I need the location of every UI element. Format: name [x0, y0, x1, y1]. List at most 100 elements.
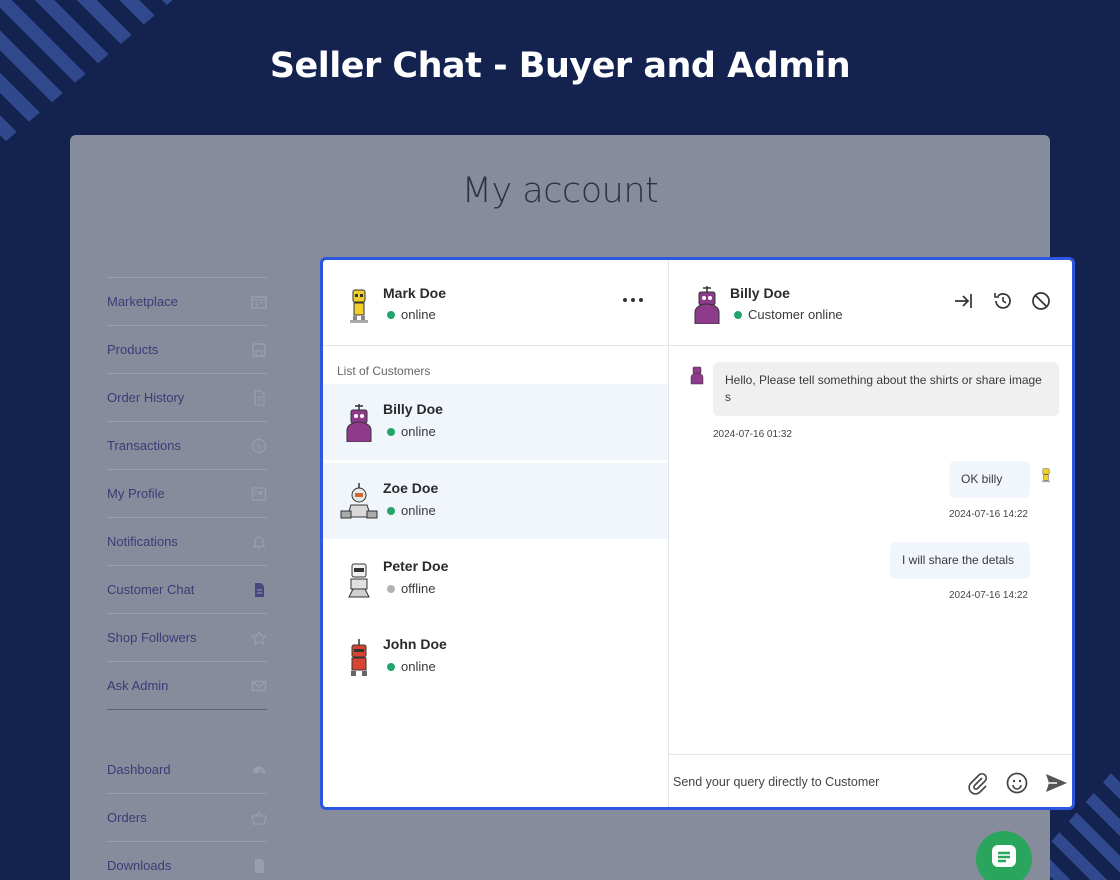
conversation-pane: Billy Doe Customer online Hello, Please …	[669, 260, 1072, 807]
customer-name: John Doe	[383, 636, 447, 652]
customer-name: Peter Doe	[383, 558, 449, 574]
customer-status: online	[387, 424, 436, 439]
more-options-button[interactable]	[623, 294, 643, 306]
seller-message-avatar	[1038, 465, 1054, 485]
customer-status: offline	[387, 581, 435, 596]
menu-item-notifications[interactable]: Notifications	[107, 517, 267, 565]
message-input[interactable]	[673, 769, 953, 795]
message-timestamp: 2024-07-16 14:22	[949, 590, 1028, 601]
profile-icon	[251, 486, 267, 502]
customer-item-zoe[interactable]: Zoe Doe online	[323, 463, 668, 539]
online-indicator	[387, 662, 395, 671]
customer-status-text: online	[401, 659, 436, 674]
online-indicator	[387, 427, 395, 436]
account-menu: Marketplace Products Order History Trans…	[107, 277, 267, 880]
online-indicator	[734, 310, 742, 319]
emoji-icon[interactable]	[1005, 771, 1029, 795]
conversation-header: Billy Doe Customer online	[669, 260, 1072, 346]
svg-text:$: $	[256, 442, 262, 452]
menu-item-ask-admin[interactable]: Ask Admin	[107, 661, 267, 709]
offline-indicator	[387, 584, 395, 593]
customer-status: online	[387, 503, 436, 518]
active-customer-status-text: Customer online	[748, 307, 843, 322]
menu-item-marketplace[interactable]: Marketplace	[107, 277, 267, 325]
outgoing-message: OK billy	[949, 461, 1030, 498]
chat-bubble-icon	[989, 842, 1019, 877]
menu-item-label: Marketplace	[107, 294, 178, 309]
menu-item-label: Notifications	[107, 534, 178, 549]
customer-list-pane: Mark Doe online List of Customers Billy …	[323, 260, 669, 807]
dollar-icon: $	[251, 438, 267, 454]
menu-item-label: Shop Followers	[107, 630, 197, 645]
star-icon	[251, 629, 267, 646]
online-indicator	[387, 310, 395, 319]
incoming-message: Hello, Please tell something about the s…	[713, 362, 1059, 416]
menu-item-my-profile[interactable]: My Profile	[107, 469, 267, 517]
exit-chat-icon[interactable]	[953, 290, 975, 312]
menu-item-label: Products	[107, 342, 159, 357]
customer-avatar	[339, 481, 379, 521]
customer-avatar	[339, 402, 379, 443]
menu-item-label: Transactions	[107, 438, 181, 453]
customer-avatar	[339, 637, 379, 677]
customer-item-john[interactable]: John Doe online	[323, 619, 668, 695]
customer-list-label: List of Customers	[337, 364, 431, 378]
customer-status-text: online	[401, 503, 436, 518]
account-title: My account	[461, 171, 659, 211]
menu-item-label: Customer Chat	[107, 582, 195, 597]
history-icon[interactable]	[992, 290, 1014, 312]
customer-status-text: offline	[401, 581, 436, 596]
menu-item-label: Downloads	[107, 858, 172, 873]
hero-title: Seller Chat - Buyer and Admin	[269, 46, 851, 86]
customer-item-billy[interactable]: Billy Doe online	[323, 384, 668, 460]
seller-avatar	[339, 286, 379, 326]
active-customer-name: Billy Doe	[730, 285, 790, 301]
menu-item-label: Dashboard	[107, 761, 171, 777]
menu-item-shop-followers[interactable]: Shop Followers	[107, 613, 267, 661]
menu-item-label: Orders	[107, 810, 147, 825]
menu-item-label: My Profile	[107, 486, 165, 501]
menu-item-products[interactable]: Products	[107, 325, 267, 373]
block-icon[interactable]	[1030, 290, 1052, 312]
menu-item-order-history[interactable]: Order History	[107, 373, 267, 421]
basket-icon	[251, 810, 267, 826]
mail-icon	[251, 678, 267, 694]
save-icon	[251, 342, 267, 358]
seller-status: online	[387, 307, 436, 322]
customer-name: Billy Doe	[383, 401, 443, 417]
menu-item-dashboard[interactable]: Dashboard	[107, 745, 267, 793]
customer-status-text: online	[401, 424, 436, 439]
menu-item-label: Ask Admin	[107, 678, 169, 693]
send-icon[interactable]	[1044, 771, 1068, 795]
customer-avatar	[339, 559, 379, 599]
seller-name: Mark Doe	[383, 285, 447, 301]
customer-status: online	[387, 659, 436, 674]
seller-header: Mark Doe online	[323, 260, 668, 346]
file-icon	[251, 582, 267, 598]
seller-status-text: online	[401, 307, 436, 322]
paperclip-icon[interactable]	[966, 771, 990, 795]
menu-item-label: Order History	[107, 390, 185, 405]
outgoing-message: I will share the detals	[890, 542, 1030, 579]
message-timestamp: 2024-07-16 14:22	[949, 509, 1028, 520]
active-customer-avatar	[687, 284, 727, 325]
gauge-icon	[251, 761, 267, 777]
menu-item-orders[interactable]: Orders	[107, 793, 267, 841]
menu-item-transactions[interactable]: Transactions $	[107, 421, 267, 469]
menu-item-customer-chat[interactable]: Customer Chat	[107, 565, 267, 613]
customer-name: Zoe Doe	[383, 480, 439, 496]
chat-widget: Mark Doe online List of Customers Billy …	[320, 257, 1075, 810]
message-timestamp: 2024-07-16 01:32	[713, 429, 792, 440]
online-indicator	[387, 506, 395, 515]
menu-item-downloads[interactable]: Downloads	[107, 841, 267, 880]
message-composer	[669, 754, 1072, 807]
customer-item-peter[interactable]: Peter Doe offline	[323, 541, 668, 617]
file-icon	[251, 858, 267, 874]
chat-launcher-button[interactable]	[976, 831, 1032, 880]
bell-icon	[251, 534, 267, 550]
marketplace-icon	[251, 294, 267, 310]
document-icon	[251, 389, 267, 406]
menu-divider	[107, 709, 267, 710]
active-customer-status: Customer online	[734, 307, 843, 322]
customer-message-avatar	[687, 362, 707, 386]
